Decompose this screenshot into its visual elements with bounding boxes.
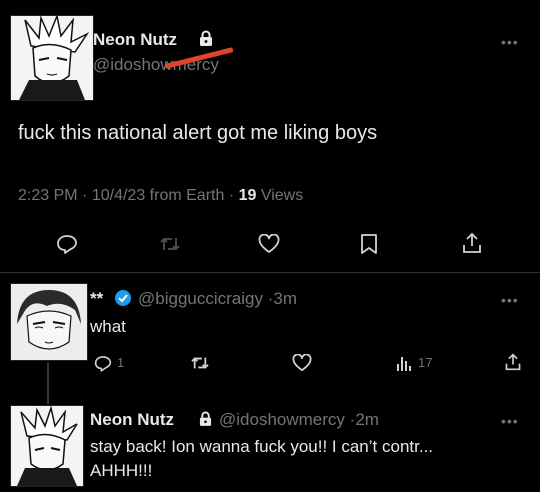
thread-line xyxy=(47,362,49,404)
handle[interactable]: @idoshowmercy xyxy=(219,410,345,429)
retweet-icon[interactable] xyxy=(188,352,212,374)
reply-text-line2: AHHH!!! xyxy=(90,461,153,480)
like-icon[interactable] xyxy=(256,232,282,256)
more-icon[interactable]: ••• xyxy=(501,292,519,308)
display-name[interactable]: ** xyxy=(90,289,103,308)
tweet-text: fuck this national alert got me liking b… xyxy=(18,122,378,144)
avatar-image xyxy=(11,284,87,360)
reply-text: what xyxy=(90,317,126,336)
reply-icon[interactable] xyxy=(54,232,80,256)
views-count: 17 xyxy=(418,355,433,370)
reply-count: 1 xyxy=(117,355,125,370)
meta-dot-2: · xyxy=(228,187,239,204)
views-count: 19 xyxy=(238,187,257,204)
tweet-date[interactable]: 10/4/23 xyxy=(92,187,145,204)
bookmark-icon[interactable] xyxy=(357,231,381,257)
display-name[interactable]: Neon Nutz xyxy=(93,30,177,50)
lock-icon xyxy=(198,29,214,47)
avatar-reply1[interactable] xyxy=(10,283,88,361)
reply-icon[interactable] xyxy=(92,352,114,374)
more-icon[interactable]: ••• xyxy=(501,34,519,50)
tweet-time[interactable]: 2:23 PM xyxy=(18,187,78,204)
avatar-main[interactable] xyxy=(10,15,94,101)
share-icon[interactable] xyxy=(502,351,524,373)
avatar-reply2[interactable] xyxy=(10,405,84,487)
lock-icon xyxy=(197,409,213,427)
handle[interactable]: @bigguccicraigy xyxy=(138,289,263,308)
share-icon[interactable] xyxy=(459,230,485,256)
tweet-source: from Earth xyxy=(149,187,225,204)
avatar-image xyxy=(11,406,83,486)
reply1-header: ** xyxy=(90,289,103,309)
reply2-meta: @idoshowmercy ·2m xyxy=(219,410,379,430)
views-label: Views xyxy=(260,187,304,204)
retweet-icon[interactable] xyxy=(157,232,183,256)
meta-dot-1: · xyxy=(82,187,92,204)
reply-text-line1: stay back! Ion wanna fuck you!! I can’t … xyxy=(90,437,434,456)
reply1-meta: @bigguccicraigy ·3m xyxy=(138,289,297,309)
reply-time[interactable]: 3m xyxy=(273,289,297,308)
divider xyxy=(0,272,540,273)
like-icon[interactable] xyxy=(290,352,314,374)
verified-icon xyxy=(113,288,133,308)
display-name[interactable]: Neon Nutz xyxy=(90,410,174,430)
more-icon[interactable]: ••• xyxy=(501,413,519,429)
views-icon[interactable] xyxy=(394,352,414,374)
tweet-meta: 2:23 PM · 10/4/23 from Earth · 19 Views xyxy=(18,187,303,205)
avatar-image xyxy=(11,16,93,100)
reply-time[interactable]: 2m xyxy=(355,410,379,429)
